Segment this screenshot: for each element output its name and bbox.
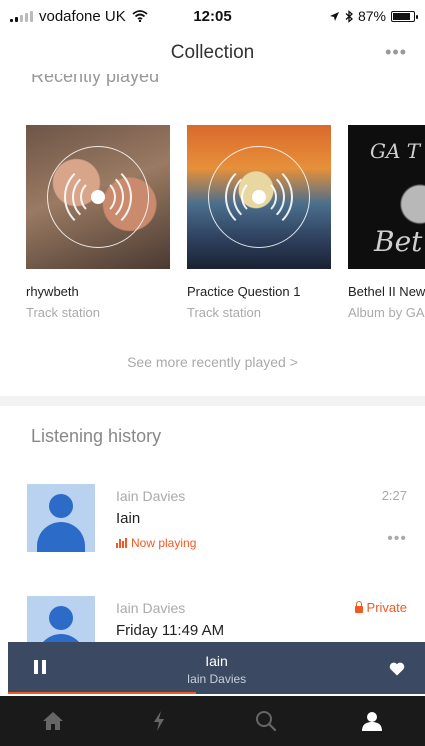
tile-subtitle: Track station [26,305,100,320]
recently-played-carousel[interactable]: rhywbeth Track station Practice Question… [26,125,425,320]
tile-title[interactable]: Practice Question 1 [187,284,331,299]
nav-bar: Collection ••• [0,32,425,74]
now-playing-indicator: Now playing [116,536,196,550]
recent-tile[interactable]: GA T Bet Bethel II New Album by GA [348,125,425,320]
battery-percent: 87% [357,8,386,24]
wifi-icon [132,10,148,22]
tab-home[interactable] [0,696,106,746]
collection-content[interactable]: Recently played rhywbeth Track station P… [0,74,425,642]
mini-player[interactable]: Iain Iain Davies [8,642,425,694]
signal-strength-icon [10,10,33,22]
listening-history-heading: Listening history [31,426,162,446]
mini-player-title[interactable]: Iain [8,653,425,669]
lock-icon [354,600,363,613]
private-label: Private [366,600,407,615]
chevron-right-icon: > [289,354,298,370]
bluetooth-icon [345,9,353,23]
track-title[interactable]: Iain [116,510,140,527]
tab-collection[interactable] [319,696,425,746]
album-artwork[interactable]: GA T Bet [348,125,425,269]
private-badge: Private [354,600,407,615]
location-arrow-icon [329,11,339,21]
album-art-text: Bet [374,225,423,258]
see-more-recently-played-link[interactable]: See more recently played > [0,354,425,370]
status-left: vodafone UK [10,8,329,25]
station-artwork[interactable] [187,125,331,269]
album-art-text: GA T [370,139,421,163]
tile-title[interactable]: Bethel II New [348,284,425,299]
track-more-button[interactable]: ••• [387,530,407,548]
mini-player-artist[interactable]: Iain Davies [8,672,425,686]
track-duration: 2:27 [381,488,407,503]
more-options-button[interactable]: ••• [385,42,407,63]
listening-history-section: Listening history Iain Davies Iain Now p… [0,406,425,642]
now-playing-label: Now playing [131,536,197,550]
history-row[interactable]: Iain Davies Iain Now playing 2:27 ••• [0,484,425,564]
tab-bar [0,696,425,746]
recently-played-section: Recently played rhywbeth Track station P… [0,74,425,396]
tile-subtitle: Track station [187,305,261,320]
search-icon[interactable] [255,710,277,732]
carrier-label: vodafone UK [39,7,126,25]
status-right: 87% [329,8,418,24]
equalizer-icon [116,538,127,548]
tile-subtitle: Album by GA [348,305,425,320]
track-artist[interactable]: Iain Davies [116,600,185,616]
battery-icon [391,10,418,22]
status-bar: vodafone UK 12:05 87% [0,0,425,32]
playback-progress-bar [8,692,196,694]
stream-bolt-icon[interactable] [152,710,166,732]
station-icon [252,190,266,204]
tab-stream[interactable] [106,696,212,746]
track-artist[interactable]: Iain Davies [116,488,185,504]
avatar[interactable] [27,484,95,552]
track-title[interactable]: Friday 11:49 AM [116,622,224,639]
tab-search[interactable] [213,696,319,746]
collection-user-icon[interactable] [361,710,383,732]
station-artwork[interactable] [26,125,170,269]
tile-title[interactable]: rhywbeth [26,284,170,299]
avatar[interactable] [27,596,95,642]
battery-fill [393,12,411,20]
history-row[interactable]: Iain Davies Friday 11:49 AM Private [0,596,425,642]
recently-played-heading: Recently played [31,74,160,86]
recent-tile[interactable]: Practice Question 1 Track station [187,125,331,320]
see-more-label: See more recently played [127,354,286,370]
station-icon [91,190,105,204]
recent-tile[interactable]: rhywbeth Track station [26,125,170,320]
heart-icon[interactable] [389,662,405,676]
home-icon[interactable] [42,711,64,731]
page-title: Collection [170,42,255,63]
